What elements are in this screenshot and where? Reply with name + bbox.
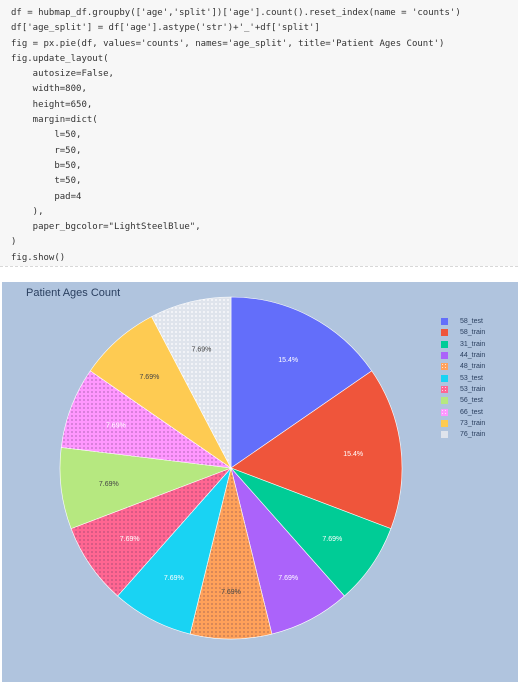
code-line: fig.show(): [11, 252, 66, 263]
cell-divider: [0, 266, 518, 267]
legend-swatch: [441, 419, 448, 427]
legend-swatch: [441, 329, 448, 337]
legend-swatch: [441, 431, 448, 439]
slice-label: 7.69%: [139, 374, 159, 381]
legend-item[interactable]: 58_train: [441, 327, 485, 338]
slice-label: 15.4%: [278, 357, 298, 364]
code-line: b=50,: [11, 160, 82, 171]
code-line: t=50,: [11, 176, 82, 187]
legend-label: 31_train: [460, 340, 486, 348]
code-line: fig.update_layout(: [11, 53, 109, 64]
legend-swatch: [441, 352, 448, 360]
code-line: df['age_split'] = df['age'].astype('str'…: [11, 23, 320, 34]
legend-item[interactable]: 76_train: [441, 429, 485, 440]
code-line: width=800,: [11, 84, 87, 95]
legend-label: 66_test: [460, 408, 483, 416]
legend-label: 48_train: [460, 363, 486, 371]
legend-label: 56_test: [460, 397, 483, 405]
slice-label: 7.69%: [164, 575, 184, 582]
chart-legend: 58_test 58_train 31_train 44_train 48_train 5…: [441, 316, 485, 440]
legend-swatch: [441, 374, 448, 382]
code-line: fig = px.pie(df, values='counts', names=…: [11, 38, 445, 49]
legend-swatch: [441, 397, 448, 405]
legend-item[interactable]: 44_train: [441, 350, 485, 361]
legend-item[interactable]: 53_train: [441, 384, 485, 395]
legend-item[interactable]: 58_test: [441, 316, 485, 327]
slice-label: 7.69%: [221, 589, 241, 596]
code-line: pad=4: [11, 191, 82, 202]
legend-label: 76_train: [460, 431, 486, 439]
legend-label: 53_test: [460, 374, 483, 382]
legend-label: 44_train: [460, 352, 486, 360]
chart-title: Patient Ages Count: [26, 287, 121, 299]
slice-label: 15.4%: [343, 451, 363, 458]
code-line: l=50,: [11, 130, 82, 141]
code-line: paper_bgcolor="LightSteelBlue",: [11, 222, 201, 233]
legend-label: 58_test: [460, 318, 483, 326]
code-line: r=50,: [11, 145, 82, 156]
legend-item[interactable]: 31_train: [441, 339, 485, 350]
slice-label: 7.69%: [120, 536, 140, 543]
legend-swatch: [441, 318, 448, 326]
legend-item[interactable]: 73_train: [441, 418, 485, 429]
legend-swatch: [441, 385, 448, 393]
legend-item[interactable]: 56_test: [441, 395, 485, 406]
legend-item[interactable]: 48_train: [441, 361, 485, 372]
code-line: height=650,: [11, 99, 93, 110]
code-line: ): [11, 237, 17, 248]
slice-label: 7.69%: [322, 536, 342, 543]
code-block: df = hubmap_df.groupby(['age','split'])[…: [0, 0, 518, 266]
legend-swatch: [441, 408, 448, 416]
legend-label: 58_train: [460, 329, 486, 337]
legend-swatch: [441, 340, 448, 348]
legend-swatch: [441, 363, 448, 371]
code-line: margin=dict(: [11, 115, 98, 126]
slice-label: 7.69%: [192, 347, 212, 354]
slice-label: 7.69%: [99, 481, 119, 488]
code-line: autosize=False,: [11, 69, 114, 80]
code-line: df = hubmap_df.groupby(['age','split'])[…: [11, 8, 461, 18]
code-line: ),: [11, 206, 44, 217]
slice-label: 7.69%: [106, 422, 126, 429]
legend-item[interactable]: 53_test: [441, 372, 485, 383]
legend-label: 73_train: [460, 419, 486, 427]
legend-item[interactable]: 66_test: [441, 406, 485, 417]
code-cell: df = hubmap_df.groupby(['age','split'])[…: [0, 0, 518, 266]
slice-label: 7.69%: [278, 575, 298, 582]
legend-label: 53_train: [460, 385, 486, 393]
